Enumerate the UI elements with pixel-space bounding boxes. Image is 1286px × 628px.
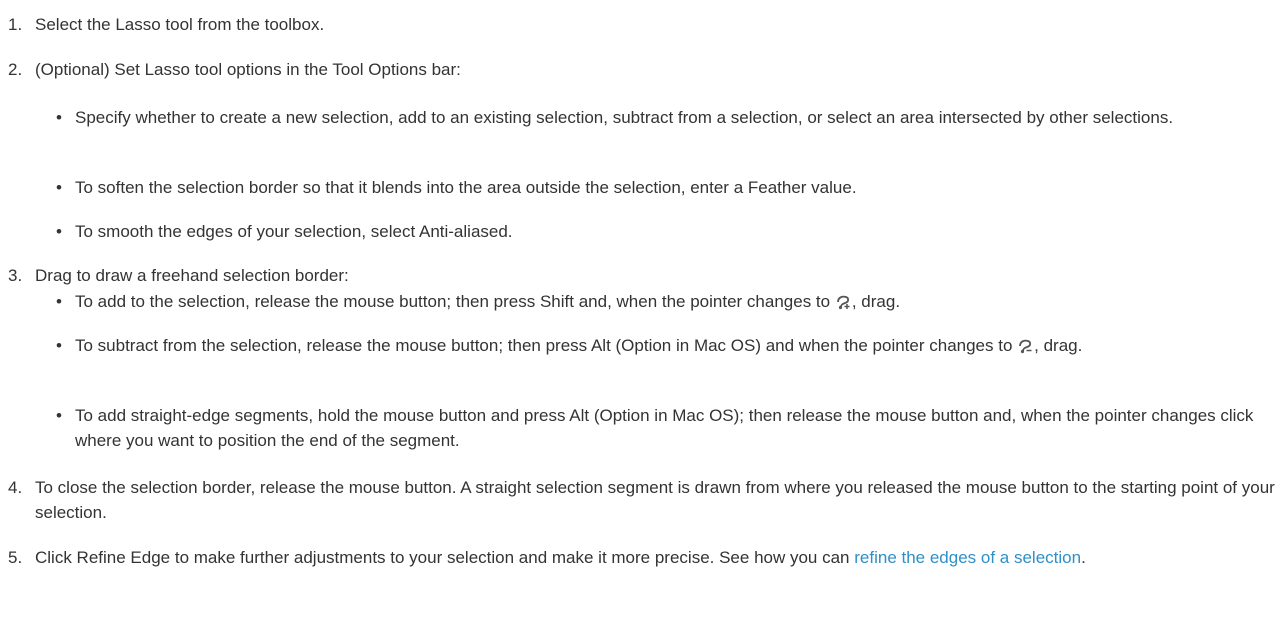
lasso-add-icon [836, 295, 850, 310]
list-item: • To smooth the edges of your selection,… [56, 219, 1286, 244]
step-number: 1. [8, 15, 23, 34]
bullet-text: Specify whether to create a new selectio… [75, 108, 1174, 127]
bullet-text-segment: , drag. [851, 292, 901, 311]
bullet: • [56, 178, 62, 197]
step-number: 2. [8, 60, 23, 79]
bullet-text: To subtract from the selection, release … [75, 333, 1265, 358]
step-text-segment: Click Refine Edge to make further adjust… [35, 548, 855, 567]
list-item: • To add to the selection, release the m… [56, 289, 1286, 314]
bullet-text-segment: To add to the selection, release the mou… [75, 292, 835, 311]
refine-edges-link[interactable]: refine the edges of a selection [854, 548, 1081, 567]
list-item: • To subtract from the selection, releas… [56, 333, 1286, 358]
lasso-subtract-icon [1019, 339, 1032, 354]
step-4: 4. To close the selection border, releas… [8, 475, 1286, 525]
step-number: 5. [8, 548, 23, 567]
step-text: Click Refine Edge to make further adjust… [35, 545, 1275, 570]
step-text: Select the Lasso tool from the toolbox. [35, 15, 325, 34]
bullet-text: To smooth the edges of your selection, s… [75, 222, 513, 241]
step-1: 1. Select the Lasso tool from the toolbo… [8, 12, 1286, 37]
step-text: Drag to draw a freehand selection border… [35, 266, 349, 285]
bullet-text: To add to the selection, release the mou… [75, 289, 1265, 314]
bullet-text: To add straight-edge segments, hold the … [75, 406, 1254, 450]
bullet: • [56, 108, 62, 127]
bullet: • [56, 222, 62, 241]
bullet-text-segment: To subtract from the selection, release … [75, 336, 1018, 355]
step-5: 5. Click Refine Edge to make further adj… [8, 545, 1286, 570]
step-number: 3. [8, 266, 23, 285]
bullet-text-segment: , drag. [1034, 336, 1083, 355]
list-item: • To soften the selection border so that… [56, 175, 1286, 200]
bullet: • [56, 336, 62, 355]
bullet: • [56, 406, 62, 425]
step-text: To close the selection border, release t… [35, 478, 1275, 522]
step-2: 2. (Optional) Set Lasso tool options in … [8, 57, 1286, 82]
step-text: (Optional) Set Lasso tool options in the… [35, 60, 461, 79]
bullet: • [56, 292, 62, 311]
step-text-segment: . [1081, 548, 1086, 567]
step-3: 3. Drag to draw a freehand selection bor… [8, 263, 1286, 288]
bullet-text: To soften the selection border so that i… [75, 178, 857, 197]
list-item: • To add straight-edge segments, hold th… [56, 403, 1286, 453]
step-number: 4. [8, 478, 23, 497]
list-item: • Specify whether to create a new select… [56, 105, 1286, 130]
